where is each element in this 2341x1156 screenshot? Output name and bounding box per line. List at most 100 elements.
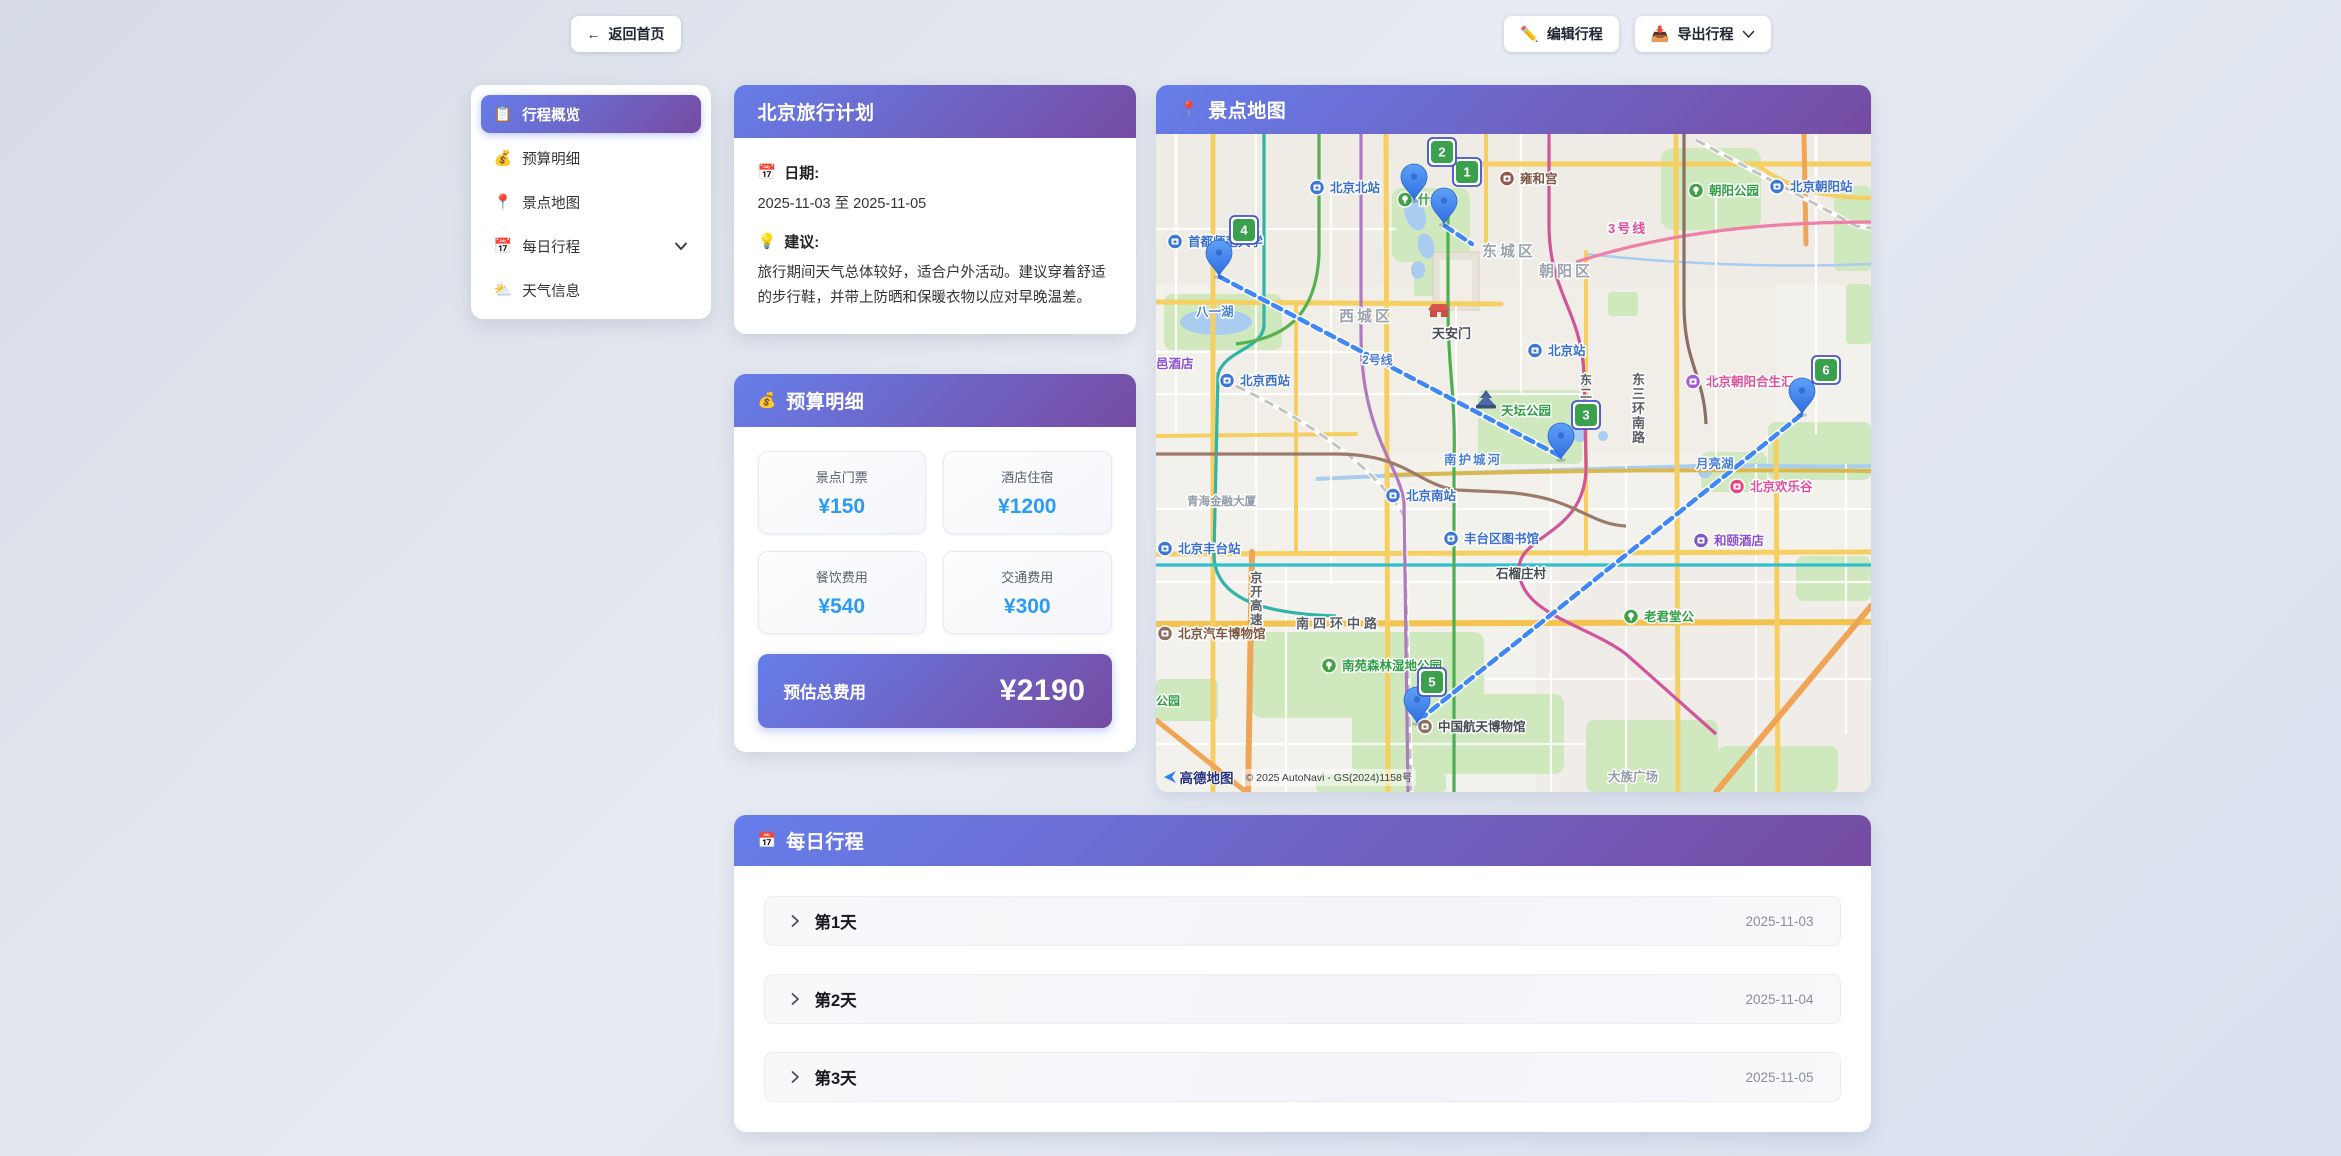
poi-park-icon — [1688, 183, 1703, 198]
budget-total-value: ¥2190 — [1000, 674, 1086, 708]
map-viewport[interactable]: 北京北站什刹海雍和宫朝阳公园北京朝阳站3号线东城区朝阳区首都师范大学八一湖西城区… — [1156, 134, 1871, 792]
svg-text:6: 6 — [1822, 363, 1829, 378]
amap-logo-text: 高德地图 — [1180, 767, 1234, 787]
poi-temple-icon — [1499, 171, 1514, 186]
map-marker-badge-5[interactable]: 5 — [1418, 668, 1446, 696]
amap-logo: 高德地图 — [1163, 767, 1234, 787]
map-poi-label: 北京南站 — [1406, 488, 1457, 503]
map-poi-label: 邑酒店 — [1156, 356, 1194, 371]
topbar: ← 返回首页 ✏️ 编辑行程 📥 导出行程 — [571, 0, 1771, 52]
poi-lib-icon — [1443, 531, 1458, 546]
calendar-icon: 📅 — [758, 833, 777, 848]
map-poi-label: 青海金融大厦 — [1187, 494, 1256, 508]
export-trip-button[interactable]: 📥 导出行程 — [1635, 16, 1771, 52]
map-marker-badge-2[interactable]: 2 — [1428, 138, 1456, 166]
map-poi-label: 北京北站 — [1330, 180, 1381, 195]
day-row-2[interactable]: 第2天 2025-11-04 — [764, 974, 1841, 1024]
sidebar-item-4[interactable]: 📅每日行程 — [481, 227, 701, 265]
budget-item: 交通费用¥300 — [943, 551, 1112, 634]
day-label: 第2天 — [815, 987, 857, 1011]
svg-text:5: 5 — [1428, 675, 1435, 690]
sidebar-item-icon: 💰 — [494, 151, 513, 166]
day-row-1[interactable]: 第1天 2025-11-03 — [764, 896, 1841, 946]
map-poi-label: 南四环中路 — [1296, 616, 1381, 631]
map-poi-label: 中国航天博物馆 — [1438, 719, 1526, 734]
sidebar-item-5[interactable]: ⛅天气信息 — [481, 271, 701, 309]
map-poi-label: 公园 — [1156, 694, 1180, 708]
map-poi-label: 西城区 — [1339, 307, 1393, 325]
sidebar-item-icon: 📋 — [494, 107, 513, 122]
map-poi-label: 和颐酒店 — [1713, 533, 1765, 548]
day-label: 第1天 — [815, 909, 857, 933]
svg-text:2: 2 — [1438, 145, 1445, 160]
budget-total-bar: 预估总费用 ¥2190 — [758, 654, 1112, 728]
attractions-map[interactable]: 北京北站什刹海雍和宫朝阳公园北京朝阳站3号线东城区朝阳区首都师范大学八一湖西城区… — [1156, 134, 1871, 792]
map-poi-label: 北京丰台站 — [1178, 541, 1241, 556]
map-poi-label: 南护城河 — [1444, 452, 1502, 467]
sidebar-item-icon: 📍 — [494, 195, 513, 210]
sidebar-item-label: 行程概览 — [522, 104, 580, 125]
map-poi-label: 石榴庄村 — [1495, 566, 1547, 581]
sidebar-item-3[interactable]: 📍 景点地图 — [481, 183, 701, 221]
budget-total-label: 预估总费用 — [784, 679, 867, 703]
day-row-3[interactable]: 第3天2025-11-05 — [764, 1052, 1841, 1102]
map-marker-badge-1[interactable]: 1 — [1453, 158, 1481, 186]
overview-card-title: 北京旅行计划 — [758, 98, 875, 125]
poi-hotel-icon — [1693, 533, 1708, 548]
map-card-header: 📍 景点地图 — [1156, 85, 1871, 134]
poi-fun-icon — [1729, 479, 1744, 494]
sidebar-item-2[interactable]: 💰预算明细 — [481, 139, 701, 177]
map-marker-badge-4[interactable]: 4 — [1230, 216, 1258, 244]
date-label-text: 日期: — [784, 162, 819, 183]
poi-school-icon — [1167, 234, 1182, 249]
map-column: 📍 景点地图 — [1156, 85, 1871, 792]
budget-item-label: 酒店住宿 — [1001, 467, 1053, 486]
day-label: 第3天 — [815, 1065, 857, 1089]
map-poi-label: 北京朝阳站 — [1790, 179, 1853, 194]
poi-station-icon — [1385, 488, 1400, 503]
sidebar-item-1[interactable]: 📋 行程概览 — [481, 95, 701, 133]
map-poi-label: 京开高速 — [1250, 570, 1263, 627]
sidebar-nav: 📋 行程概览 💰预算明细 📍 景点地图 📅每日行程 ⛅天气信息 — [481, 95, 701, 309]
map-card: 📍 景点地图 — [1156, 85, 1871, 792]
daily-card-header: 📅 每日行程 — [734, 815, 1871, 866]
map-poi-label: 北京站 — [1548, 343, 1586, 358]
map-marker-badge-6[interactable]: 6 — [1812, 356, 1840, 384]
topbar-actions: ✏️ 编辑行程 📥 导出行程 — [1504, 16, 1770, 52]
map-poi-label: 八一湖 — [1195, 304, 1234, 319]
budget-item-label: 景点门票 — [816, 467, 868, 486]
map-poi-label: 天坛公园 — [1501, 403, 1551, 418]
edit-trip-button[interactable]: ✏️ 编辑行程 — [1504, 16, 1619, 52]
map-poi-label: 雍和宫 — [1520, 171, 1558, 186]
map-marker-badge-3[interactable]: 3 — [1572, 401, 1600, 429]
day-date: 2025-11-03 — [1745, 914, 1813, 929]
chevron-right-icon — [791, 992, 800, 1006]
sidebar-item-label: 天气信息 — [522, 280, 580, 301]
map-poi-label: 3号线 — [1608, 221, 1647, 236]
map-poi-label: 北京欢乐谷 — [1750, 479, 1813, 494]
map-poi-label: 大族广场 — [1608, 769, 1658, 784]
map-poi-label: 月亮湖 — [1695, 456, 1734, 471]
back-home-button[interactable]: ← 返回首页 — [571, 16, 681, 52]
sidebar-item-label: 景点地图 — [522, 192, 580, 213]
map-poi-label: 朝阳区 — [1539, 263, 1593, 280]
daily-rows: 第1天 2025-11-03 第2天 2025-11-04 第3天2025-11-05 — [734, 866, 1871, 1132]
poi-park-icon — [1623, 609, 1638, 624]
budget-item-value: ¥300 — [1004, 595, 1051, 619]
pushpin-icon: 📍 — [1180, 102, 1199, 117]
overview-card-header: 北京旅行计划 — [734, 85, 1136, 138]
poi-station-icon — [1157, 541, 1172, 556]
map-poi-label: 天安门 — [1432, 326, 1471, 341]
daily-card-title: 每日行程 — [786, 827, 864, 854]
chevron-down-icon — [1742, 30, 1755, 39]
map-poi-label: 北京朝阳合生汇 — [1706, 374, 1794, 389]
day-date: 2025-11-04 — [1745, 992, 1813, 1007]
chevron-right-icon — [791, 1070, 800, 1084]
poi-station-icon — [1309, 180, 1324, 195]
poi-museum-icon — [1417, 719, 1432, 734]
tip-text: 旅行期间天气总体较好，适合户外活动。建议穿着舒适的步行鞋，并带上防晒和保暖衣物以… — [758, 261, 1112, 310]
budget-card-header: 💰 预算明细 — [734, 374, 1136, 427]
map-poi-label: 北京汽车博物馆 — [1178, 626, 1266, 641]
chevron-right-icon — [791, 914, 800, 928]
poi-park-icon — [1321, 658, 1336, 673]
